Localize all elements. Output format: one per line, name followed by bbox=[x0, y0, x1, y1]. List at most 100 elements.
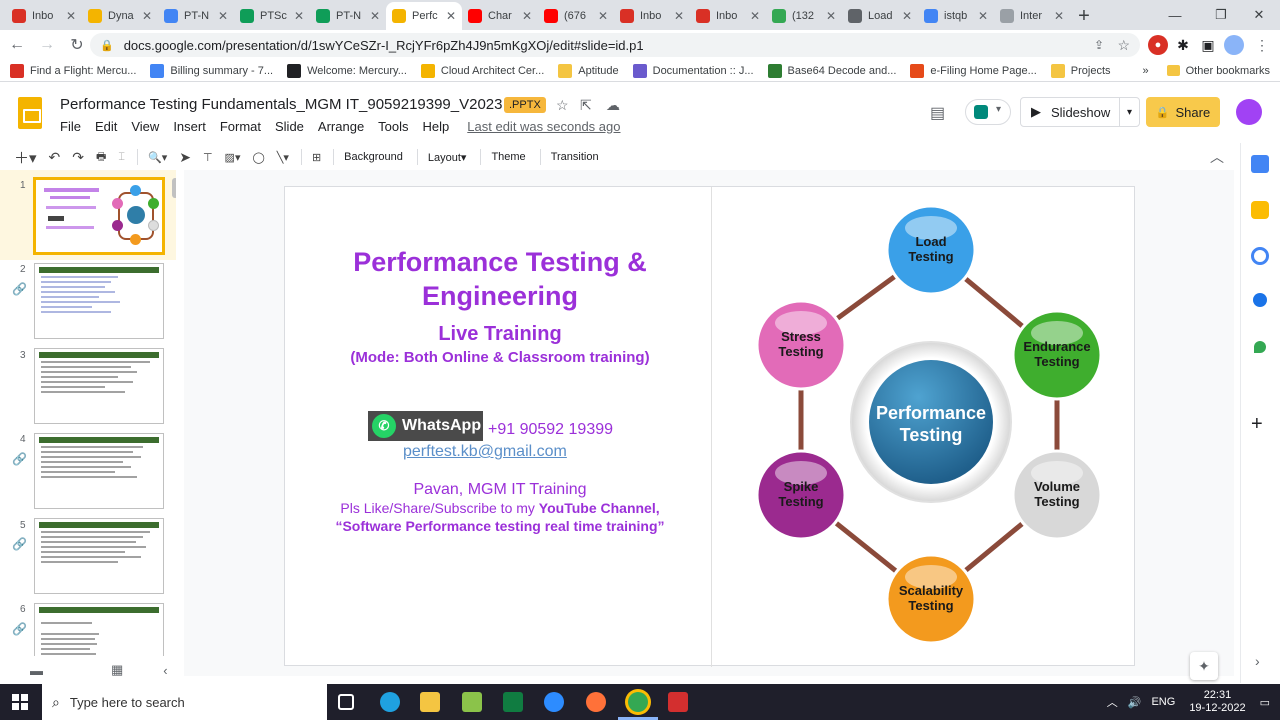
share-page-icon[interactable]: ⇪ bbox=[1094, 38, 1104, 52]
excel-icon[interactable] bbox=[503, 692, 523, 712]
tab-close-icon[interactable]: ✕ bbox=[370, 9, 380, 23]
menu-help[interactable]: Help bbox=[423, 119, 450, 134]
bookmark-item[interactable]: Welcome: Mercury... bbox=[287, 63, 407, 78]
show-side-panel-icon[interactable]: › bbox=[1255, 653, 1260, 669]
url-bar[interactable]: 🔒 docs.google.com/presentation/d/1swYCeS… bbox=[90, 33, 1140, 57]
browser-tab[interactable]: (676 ✕ bbox=[538, 2, 614, 30]
last-edit-status[interactable]: Last edit was seconds ago bbox=[467, 119, 620, 134]
maps-icon[interactable] bbox=[1254, 341, 1266, 353]
menu-format[interactable]: Format bbox=[220, 119, 261, 134]
language-indicator[interactable]: ENG bbox=[1151, 696, 1175, 708]
bookmark-item[interactable]: Projects bbox=[1050, 63, 1111, 78]
browser-tab[interactable]: istqb ✕ bbox=[918, 2, 994, 30]
file-explorer-icon[interactable] bbox=[420, 692, 440, 712]
browser-tab[interactable]: Dyna ✕ bbox=[82, 2, 158, 30]
transition-button[interactable]: Transition bbox=[551, 151, 599, 163]
slide-thumbnail[interactable] bbox=[34, 178, 164, 254]
tab-close-icon[interactable]: ✕ bbox=[218, 9, 228, 23]
bookmark-item[interactable]: Billing summary - 7... bbox=[150, 63, 273, 78]
image-icon[interactable]: ▨▾ bbox=[225, 151, 241, 164]
account-avatar[interactable] bbox=[1236, 99, 1262, 125]
tab-close-icon[interactable]: ✕ bbox=[142, 9, 152, 23]
slideshow-button[interactable]: ▶ Slideshow ▾ bbox=[1020, 97, 1140, 127]
clock[interactable]: 22:31 19-12-2022 bbox=[1189, 689, 1245, 715]
bookmark-item[interactable]: e-Filing Home Page... bbox=[910, 63, 1037, 78]
new-slide-icon[interactable]: ＋▾ bbox=[14, 147, 37, 168]
contacts-icon[interactable] bbox=[1253, 293, 1267, 307]
explore-icon[interactable]: ✦ bbox=[1190, 652, 1218, 680]
back-icon[interactable]: ← bbox=[4, 36, 30, 54]
slide-thumbnail[interactable] bbox=[34, 263, 164, 339]
reload-icon[interactable]: ↻ bbox=[64, 35, 90, 55]
bookmark-item[interactable]: Find a Flight: Mercu... bbox=[10, 63, 136, 78]
shape-icon[interactable]: ◯ bbox=[252, 151, 264, 164]
side-panel-icon[interactable]: ▣ bbox=[1198, 35, 1218, 55]
forward-icon[interactable]: → bbox=[34, 36, 60, 54]
tab-close-icon[interactable]: ✕ bbox=[66, 9, 76, 23]
text-box-icon[interactable]: ⊤ bbox=[203, 151, 213, 164]
extensions-puzzle-icon[interactable]: ✱ bbox=[1173, 35, 1193, 55]
acrobat-icon[interactable] bbox=[668, 692, 688, 712]
windows-start-icon[interactable] bbox=[12, 694, 28, 710]
select-icon[interactable]: ➤ bbox=[179, 149, 191, 166]
firefox-icon[interactable] bbox=[586, 692, 606, 712]
move-folder-icon[interactable]: ⇱ bbox=[580, 97, 592, 114]
slides-logo-icon[interactable] bbox=[18, 97, 42, 129]
other-bookmarks[interactable]: Other bookmarks bbox=[1186, 65, 1270, 77]
share-button[interactable]: 🔒 Share bbox=[1146, 97, 1220, 127]
theme-button[interactable]: Theme bbox=[491, 151, 525, 163]
slide-thumbnail[interactable] bbox=[34, 603, 164, 656]
bookmark-star-icon[interactable]: ☆ bbox=[1117, 37, 1130, 54]
minimize-icon[interactable]: — bbox=[1152, 0, 1198, 30]
tab-close-icon[interactable]: ✕ bbox=[1054, 9, 1064, 23]
tab-close-icon[interactable]: ✕ bbox=[826, 9, 836, 23]
undo-icon[interactable]: ↶ bbox=[49, 149, 61, 166]
filmstrip-view-icon[interactable]: ▬ bbox=[30, 663, 43, 678]
email-link[interactable]: perftest.kb@gmail.com bbox=[403, 443, 567, 461]
line-icon[interactable]: ╲▾ bbox=[277, 151, 289, 164]
chrome-icon[interactable] bbox=[628, 692, 648, 712]
menu-tools[interactable]: Tools bbox=[378, 119, 408, 134]
comment-add-icon[interactable]: ⊞ bbox=[312, 151, 321, 164]
browser-tab[interactable]: PT-N ✕ bbox=[310, 2, 386, 30]
browser-menu-icon[interactable]: ⋮ bbox=[1252, 35, 1272, 55]
browser-tab[interactable]: PT-N ✕ bbox=[158, 2, 234, 30]
more-bookmarks-icon[interactable]: » bbox=[1143, 65, 1149, 77]
cloud-status-icon[interactable]: ☁ bbox=[606, 97, 620, 114]
star-icon[interactable]: ☆ bbox=[556, 97, 569, 114]
browser-tab[interactable]: Inbo ✕ bbox=[690, 2, 766, 30]
background-button[interactable]: Background bbox=[344, 151, 403, 163]
bookmark-item[interactable]: Documentation :: J... bbox=[632, 63, 754, 78]
notepad-icon[interactable] bbox=[462, 692, 482, 712]
tab-close-icon[interactable]: ✕ bbox=[750, 9, 760, 23]
zoom-icon[interactable]: 🔍▾ bbox=[148, 151, 167, 164]
get-addons-icon[interactable]: + bbox=[1251, 413, 1263, 436]
collapse-panel-icon[interactable]: ‹ bbox=[163, 663, 167, 678]
notifications-icon[interactable]: ▭ bbox=[1260, 696, 1270, 709]
filmstrip-scrollbar[interactable] bbox=[172, 178, 176, 198]
new-tab-button[interactable]: + bbox=[1070, 2, 1098, 30]
taskbar-search[interactable]: ⌕ Type here to search bbox=[42, 684, 327, 720]
slide-filmstrip[interactable]: 1 2 🔗 3 4 🔗 5 🔗 6 🔗 bbox=[0, 170, 176, 656]
keep-icon[interactable] bbox=[1251, 201, 1269, 219]
volume-icon[interactable]: 🔊 bbox=[1128, 696, 1142, 709]
comments-icon[interactable]: ▤ bbox=[930, 103, 945, 123]
document-title[interactable]: Performance Testing Fundamentals_MGM IT_… bbox=[60, 96, 503, 113]
current-slide[interactable]: Performance Testing & Engineering Live T… bbox=[284, 186, 1135, 667]
edge-icon[interactable] bbox=[380, 692, 400, 712]
bookmark-item[interactable]: Base64 Decode and... bbox=[767, 63, 896, 78]
slideshow-dropdown-icon[interactable]: ▾ bbox=[1119, 98, 1139, 126]
browser-tab[interactable]: PTSc ✕ bbox=[234, 2, 310, 30]
tab-close-icon[interactable]: ✕ bbox=[522, 9, 532, 23]
browser-tab[interactable]: Inbo ✕ bbox=[614, 2, 690, 30]
browser-tab[interactable]: Perfc ✕ bbox=[386, 2, 462, 30]
tab-close-icon[interactable]: ✕ bbox=[446, 9, 456, 23]
collapse-toolbar-icon[interactable]: ︿ bbox=[1210, 147, 1224, 167]
browser-tab[interactable]: Char ✕ bbox=[462, 2, 538, 30]
paint-format-icon[interactable]: ⌶ bbox=[118, 151, 125, 164]
slide-thumbnail[interactable] bbox=[34, 518, 164, 594]
menu-view[interactable]: View bbox=[131, 119, 159, 134]
browser-tab[interactable]: Inter ✕ bbox=[994, 2, 1070, 30]
tab-close-icon[interactable]: ✕ bbox=[902, 9, 912, 23]
close-window-icon[interactable]: ✕ bbox=[1236, 0, 1280, 30]
